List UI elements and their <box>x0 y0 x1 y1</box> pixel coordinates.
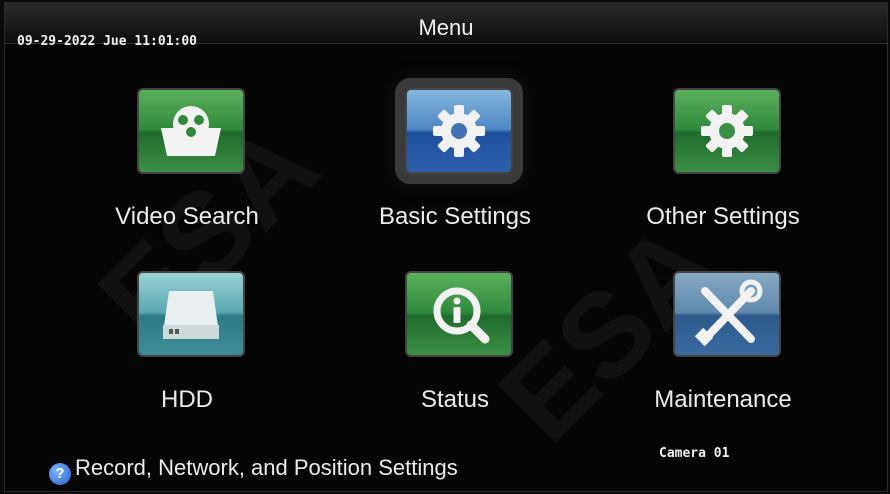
info-magnifier-icon <box>405 271 513 357</box>
hard-drive-icon <box>137 271 245 357</box>
menu-item-maintenance[interactable]: Maintenance <box>603 271 843 441</box>
hint-text: ? Record, Network, and Position Settings <box>49 455 458 485</box>
menu-item-label: Status <box>420 386 490 413</box>
menu-item-label: Video Search <box>115 203 259 230</box>
menu-item-basic-settings[interactable]: Basic Settings <box>335 88 575 258</box>
gear-icon <box>405 88 513 174</box>
menu-item-status[interactable]: Status <box>335 271 575 441</box>
menu-item-label: HDD <box>161 386 213 413</box>
gear-icon <box>673 88 781 174</box>
menu-item-label: Basic Settings <box>378 203 532 230</box>
tools-icon <box>673 271 781 357</box>
menu-item-other-settings[interactable]: Other Settings <box>603 88 843 258</box>
menu-item-label: Maintenance <box>654 386 792 413</box>
camera-label: Camera 01 <box>659 446 730 461</box>
page-title: Menu <box>418 15 474 40</box>
menu-item-video-search[interactable]: Video Search <box>67 88 307 258</box>
help-icon: ? <box>49 463 71 485</box>
video-reel-icon <box>137 88 245 174</box>
menu-item-label: Other Settings <box>646 203 800 230</box>
hint-label: Record, Network, and Position Settings <box>75 455 458 480</box>
dvr-screen: ESA ESA 09-29-2022 Jue 11:01:00 Menu Vid… <box>4 2 888 492</box>
menu-item-hdd[interactable]: HDD <box>67 271 307 441</box>
